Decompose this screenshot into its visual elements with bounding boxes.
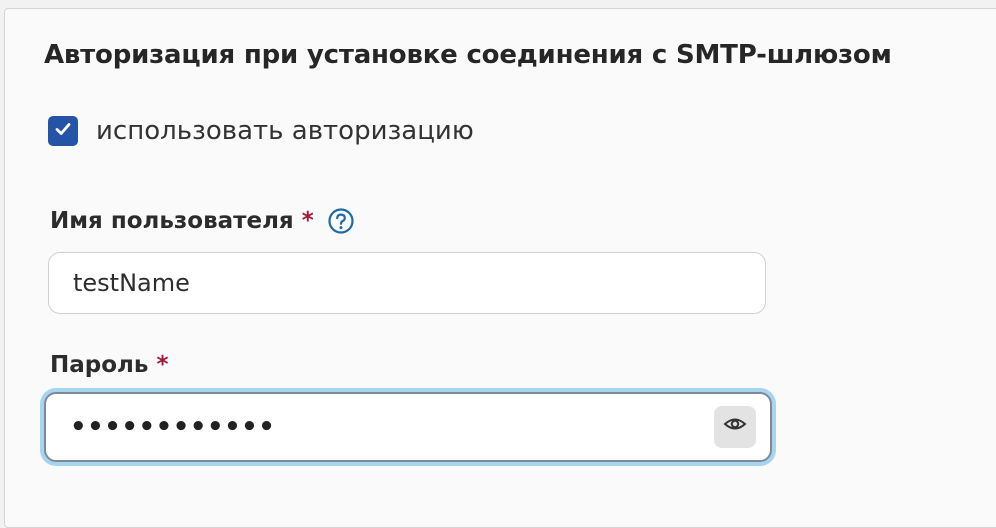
required-mark: * <box>156 352 169 378</box>
password-label-text: Пароль <box>50 352 149 378</box>
auth-checkbox-label[interactable]: использовать авторизацию <box>96 116 474 146</box>
username-input-value: testName <box>73 269 190 297</box>
password-input-value: •••••••••••• <box>70 412 276 442</box>
auth-checkbox[interactable] <box>48 116 78 146</box>
username-label-text: Имя пользователя <box>50 208 294 234</box>
question-circle-icon[interactable] <box>326 206 356 236</box>
eye-icon <box>723 412 747 442</box>
required-mark: * <box>301 208 314 234</box>
username-input[interactable]: testName <box>48 252 766 314</box>
show-password-button[interactable] <box>714 406 756 448</box>
check-icon <box>53 119 73 143</box>
section-title: Авторизация при установке соединения с S… <box>44 40 892 70</box>
password-label: Пароль * <box>50 352 168 378</box>
username-label: Имя пользователя * <box>50 206 356 236</box>
password-input[interactable]: •••••••••••• <box>44 392 772 462</box>
auth-checkbox-row[interactable]: использовать авторизацию <box>48 116 474 146</box>
